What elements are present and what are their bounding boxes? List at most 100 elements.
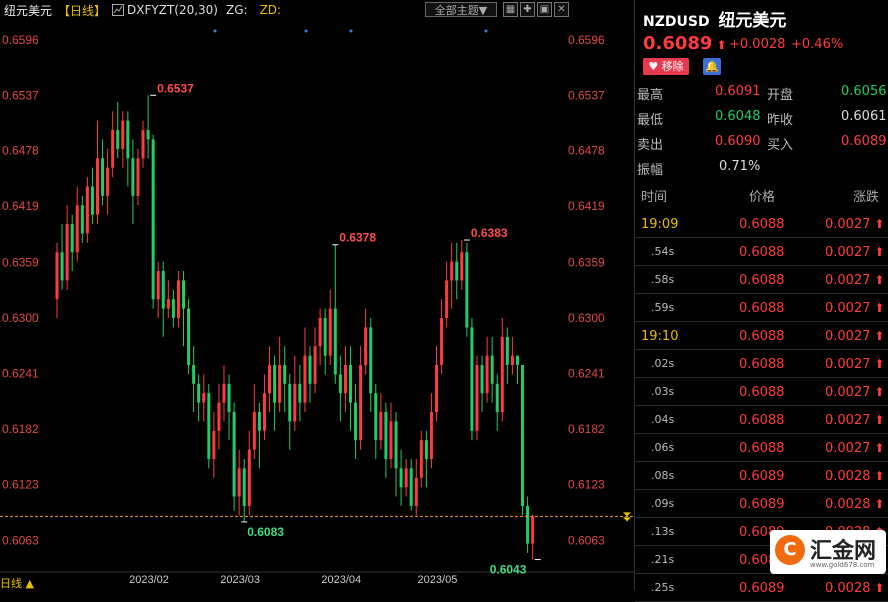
y-tick-label-right: 0.6123 [568, 477, 605, 491]
candle-body [328, 308, 332, 356]
candle-body [111, 130, 115, 168]
remove-button[interactable]: ♥ 移除 [643, 58, 689, 75]
up-arrow-icon: ⬆ [870, 385, 885, 399]
tick-row: 19:10 0.6088 0.0027 ⬆ [635, 322, 888, 350]
tick-price: 0.6088 [739, 245, 785, 260]
chart-panel[interactable]: 0.6596 0.6596 0.6537 0.6537 0.6478 0.6478 0.64… [0, 0, 634, 590]
candle-body [298, 383, 302, 403]
candle-body [531, 516, 535, 544]
tick-time: .03s [651, 385, 675, 398]
candle-body [293, 383, 297, 422]
tick-price: 0.6088 [739, 217, 785, 232]
candle-body [333, 308, 337, 375]
logo-icon: C [775, 535, 805, 565]
candle-body [121, 120, 125, 149]
candle-body [222, 383, 226, 403]
candle-body [308, 355, 312, 384]
site-logo: C 汇金网 www.gold678.com [770, 530, 886, 574]
candle-body [359, 365, 363, 441]
candle-body [348, 365, 352, 403]
cross-icon[interactable]: ✚ [520, 2, 535, 17]
y-tick-label-right: 0.6241 [568, 366, 605, 380]
candle-body [217, 402, 221, 431]
candle-body [500, 336, 504, 412]
candle-body [212, 430, 216, 459]
candle-body [65, 224, 69, 281]
layout-icon[interactable]: ▣ [537, 2, 552, 17]
y-tick-label-right: 0.6182 [568, 422, 605, 436]
tick-row: .03s 0.6088 0.0027 ⬆ [635, 378, 888, 406]
sell-value: 0.6090 [715, 134, 761, 149]
candle-body [399, 468, 403, 488]
marker-dot [304, 29, 308, 33]
annotation-label: 0.6383 [471, 226, 508, 240]
y-tick-label-left: 0.6123 [2, 477, 39, 491]
tick-row: 19:09 0.6088 0.0027 ⬆ [635, 210, 888, 238]
candle-body [414, 477, 418, 506]
theme-select[interactable]: 全部主题▼ [425, 2, 497, 17]
high-value: 0.6091 [715, 84, 761, 99]
sell-label: 卖出 [637, 138, 664, 153]
tick-time: .59s [651, 301, 675, 314]
tick-price: 0.6088 [739, 413, 785, 428]
tick-change-value: 0.0027 [825, 273, 871, 288]
y-tick-label-right: 0.6300 [568, 311, 605, 325]
marker-dot [213, 29, 217, 33]
y-tick-label-left: 0.6182 [2, 422, 39, 436]
candle-body [161, 271, 165, 309]
candle-body [75, 205, 79, 253]
candlestick-chart[interactable]: 0.6596 0.6596 0.6537 0.6537 0.6478 0.6478 0.64… [0, 0, 634, 590]
y-tick-label-right: 0.6359 [568, 256, 605, 270]
candle-body [389, 421, 393, 459]
candle-body [242, 468, 246, 506]
zd-label: ZD: [259, 3, 282, 17]
tick-change: 0.0027 ⬆ [825, 441, 884, 456]
candle-body [227, 383, 231, 412]
tick-change: 0.0027 ⬆ [825, 217, 884, 232]
tick-price: 0.6089 [739, 469, 785, 484]
price-marker-icon [623, 517, 631, 522]
amplitude-value: 0.71% [719, 159, 761, 174]
price-value: 0.6089 [643, 33, 713, 54]
quote-change-pct: +0.46% [791, 37, 844, 52]
candle-body [515, 355, 519, 366]
symbol-name: 纽元美元 [4, 3, 53, 18]
tick-time: .08s [651, 469, 675, 482]
candle-body [237, 468, 241, 497]
candle-body [338, 374, 342, 394]
tick-time: 19:09 [641, 217, 679, 232]
candle-body [70, 224, 74, 253]
y-tick-label-right: 0.6596 [568, 33, 605, 47]
candle-body [435, 365, 438, 412]
candle-body [85, 186, 89, 234]
indicator-label[interactable]: DXFYZT(20,30) [112, 3, 218, 17]
tick-price: 0.6089 [739, 581, 785, 596]
candle-body [470, 327, 474, 431]
ticks-header: 时间 价格 涨跌 [635, 186, 888, 205]
annotation-label: 0.6083 [247, 525, 284, 539]
y-tick-label-right: 0.6537 [568, 88, 605, 102]
y-tick-label-left: 0.6063 [2, 534, 39, 548]
period-label[interactable]: 【日线】 [58, 2, 106, 19]
bottom-period-label[interactable]: 日线 ▲ [0, 575, 34, 591]
ticks-time-header: 时间 [641, 190, 668, 205]
tick-price: 0.6089 [739, 497, 785, 512]
up-arrow-icon: ⬆ [870, 301, 885, 315]
tick-change-value: 0.0027 [825, 301, 871, 316]
close-icon[interactable]: ✕ [554, 2, 569, 17]
tick-change: 0.0027 ⬆ [825, 413, 884, 428]
y-tick-label-left: 0.6359 [2, 256, 39, 270]
candle-body [374, 393, 378, 441]
alert-button[interactable]: 🔔 [703, 58, 721, 75]
candle-body [283, 365, 287, 384]
tick-time: .54s [651, 245, 675, 258]
up-arrow-icon: ⬆ [870, 273, 885, 287]
candle-body [247, 449, 251, 506]
tick-change-value: 0.0027 [825, 217, 871, 232]
candle-body [364, 327, 368, 366]
y-tick-label-right: 0.6063 [568, 534, 605, 548]
quote-name: 纽元美元 [718, 11, 787, 31]
candle-body [80, 205, 84, 234]
tick-time: .04s [651, 413, 675, 426]
grid-icon[interactable]: ▦ [503, 2, 518, 17]
